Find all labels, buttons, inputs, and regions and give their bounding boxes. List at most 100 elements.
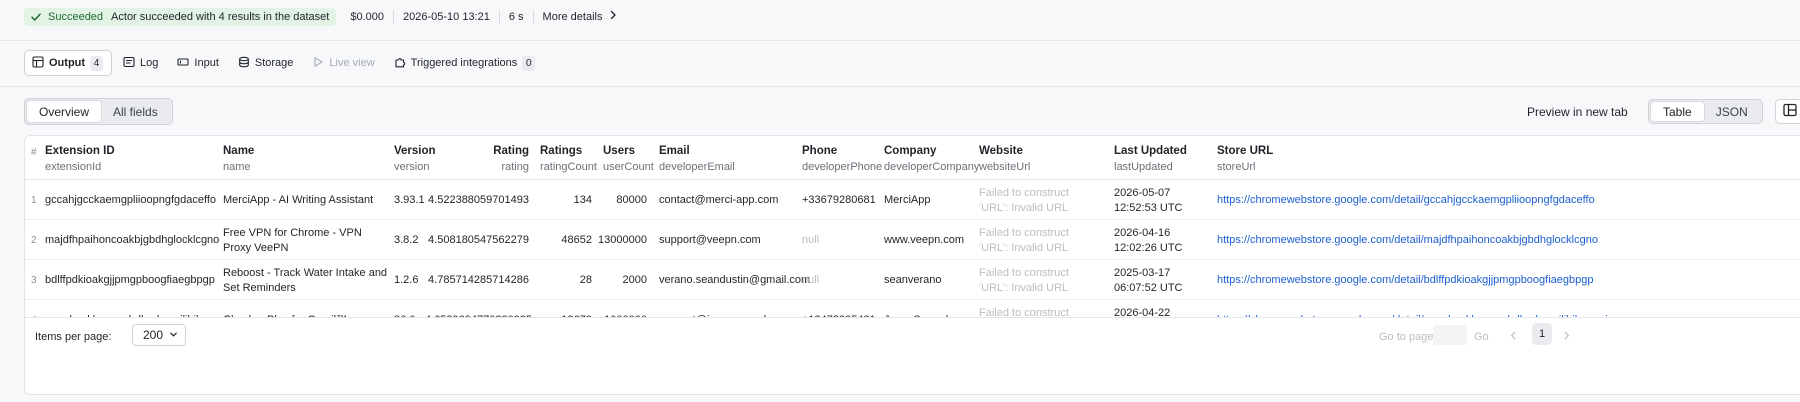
email-cell: verano.seandustin@gmail.com: [659, 274, 811, 286]
tab-storage[interactable]: Storage: [231, 50, 302, 76]
name-cell: MerciApp - AI Writing Assistant: [223, 194, 374, 206]
check-icon: [30, 11, 42, 23]
name-cell: Free VPN for Chrome - VPN Proxy VeePN: [223, 227, 362, 254]
json-format-button[interactable]: JSON: [1704, 102, 1760, 121]
go-to-page-input[interactable]: [1433, 325, 1467, 345]
previous-page-button[interactable]: [1509, 329, 1518, 343]
company-cell: seanverano: [884, 274, 942, 286]
status-label: Succeeded: [48, 10, 104, 23]
email-cell: support@veepn.com: [659, 234, 761, 246]
items-per-page-select[interactable]: 200: [132, 324, 186, 346]
table-row: 2 majdfhpaihoncoakbjgbdhglocklcgno Free …: [25, 220, 1800, 260]
store-url-link[interactable]: https://chromewebstore.google.com/detail…: [1217, 233, 1598, 248]
user-count-cell: 80000: [616, 194, 647, 206]
tab-live-view: Live view: [305, 50, 382, 76]
view-toggle: Overview All fields: [24, 98, 173, 125]
more-details-button[interactable]: More details: [532, 9, 628, 24]
tab-label: Live view: [329, 57, 375, 69]
run-tabs: Output 4 Log Input Storage Live view Tri…: [24, 50, 543, 76]
email-cell: contact@merci-app.com: [659, 194, 779, 206]
rating-cell: 4.522388059701493: [428, 194, 529, 206]
column-header-email[interactable]: Email developerEmail: [659, 143, 735, 175]
extension-id-cell: majdfhpaihoncoakbjgbdhglocklcgno: [45, 234, 220, 246]
play-icon: [312, 56, 324, 71]
table-row: 1 gccahjgcckaemgpliioopngfgdaceffo Merci…: [25, 180, 1800, 220]
tab-output[interactable]: Output 4: [24, 50, 113, 76]
row-number: 3: [31, 275, 37, 286]
database-icon: [238, 56, 250, 71]
name-cell: Reboost - Track Water Intake and Set Rem…: [223, 267, 388, 294]
website-error-cell: Failed to construct 'URL': Invalid URL: [979, 187, 1069, 214]
rating-count-cell: 134: [573, 194, 592, 206]
row-number: 2: [31, 235, 37, 246]
row-number: 1: [31, 195, 37, 206]
phone-cell: null: [802, 274, 820, 286]
run-started-at: 2026-05-10 13:21: [393, 9, 499, 24]
current-page-button[interactable]: 1: [1532, 323, 1552, 345]
column-header-company[interactable]: Company developerCompany: [884, 143, 979, 175]
input-icon: [177, 56, 189, 71]
puzzle-icon: [394, 56, 406, 71]
version-cell: 1.2.6: [394, 274, 419, 286]
format-toggle: Table JSON: [1648, 99, 1763, 124]
company-cell: www.veepn.com: [884, 234, 965, 246]
more-details-label: More details: [542, 10, 603, 23]
chevron-down-icon: [169, 328, 178, 342]
column-header-website[interactable]: Website websiteUrl: [979, 143, 1030, 175]
store-url-link[interactable]: https://chromewebstore.google.com/detail…: [1217, 273, 1594, 288]
tab-label: Output: [49, 57, 86, 69]
go-button[interactable]: Go: [1474, 331, 1489, 343]
pagination-bar: Items per page: 200 Go to page: Go 1: [25, 317, 1800, 353]
user-count-cell: 13000000: [598, 234, 647, 246]
table-format-button[interactable]: Table: [1651, 102, 1704, 121]
tab-label: Log: [140, 57, 159, 69]
user-count-cell: 2000: [622, 274, 647, 286]
preview-in-new-tab-link[interactable]: Preview in new tab: [1527, 105, 1628, 119]
extension-id-cell: gccahjgcckaemgpliioopngfgdaceffo: [45, 194, 217, 206]
run-duration: 6 s: [498, 9, 533, 24]
go-to-page-label: Go to page:: [1379, 331, 1437, 343]
column-header-rating[interactable]: Rating rating: [465, 143, 529, 175]
column-header-last-updated[interactable]: Last Updated lastUpdated: [1114, 143, 1187, 175]
tab-log[interactable]: Log: [116, 50, 166, 76]
tab-input[interactable]: Input: [170, 50, 226, 76]
website-error-cell: Failed to construct 'URL': Invalid URL: [979, 227, 1069, 254]
columns-settings-button[interactable]: [1775, 99, 1800, 124]
items-per-page-value: 200: [143, 328, 164, 342]
column-header-phone[interactable]: Phone developerPhone: [802, 143, 882, 175]
column-header-ratings[interactable]: Ratings ratingCount: [540, 143, 597, 175]
column-header-extension-id[interactable]: Extension ID extensionId: [45, 143, 115, 175]
rating-cell: 4.508180547562279: [428, 234, 529, 246]
tab-label: Triggered integrations: [410, 57, 518, 69]
all-fields-toggle-button[interactable]: All fields: [101, 101, 170, 122]
store-url-link[interactable]: https://chromewebstore.google.com/detail…: [1217, 193, 1595, 208]
status-message: Actor succeeded with 4 results in the da…: [111, 10, 330, 23]
column-header-users[interactable]: Users userCount: [603, 143, 654, 175]
status-badge: Succeeded Actor succeeded with 4 results…: [24, 7, 337, 26]
rating-cell: 4.785714285714286: [428, 274, 529, 286]
column-header-store-url[interactable]: Store URL storeUrl: [1217, 143, 1273, 175]
last-updated-cell: 2025-03-17 06:07:52 UTC: [1114, 267, 1183, 294]
column-header-version[interactable]: Version version: [394, 143, 436, 175]
overview-toggle-button[interactable]: Overview: [27, 101, 102, 122]
website-error-cell: Failed to construct 'URL': Invalid URL: [979, 267, 1069, 294]
divider: [0, 86, 1800, 87]
table-icon: [32, 55, 44, 71]
phone-cell: null: [802, 234, 820, 246]
run-status-bar: Succeeded Actor succeeded with 4 results…: [0, 0, 1800, 33]
tab-count-badge: 0: [522, 55, 536, 71]
version-cell: 3.8.2: [394, 234, 419, 246]
row-number-header: #: [31, 147, 37, 158]
column-header-name[interactable]: Name name: [223, 143, 254, 175]
tab-triggered-integrations[interactable]: Triggered integrations 0: [387, 50, 544, 76]
columns-icon: [1783, 103, 1797, 120]
rating-count-cell: 28: [579, 274, 592, 286]
last-updated-cell: 2026-05-07 12:52:53 UTC: [1114, 187, 1183, 214]
chevron-right-icon: [1562, 329, 1571, 343]
company-cell: MerciApp: [884, 194, 931, 206]
chevron-left-icon: [1509, 329, 1518, 343]
run-cost: $0.000: [350, 10, 384, 23]
version-cell: 3.93.1: [394, 194, 425, 206]
table-header: # Extension ID extensionId Name name Versi…: [25, 136, 1800, 180]
next-page-button[interactable]: [1562, 329, 1571, 343]
